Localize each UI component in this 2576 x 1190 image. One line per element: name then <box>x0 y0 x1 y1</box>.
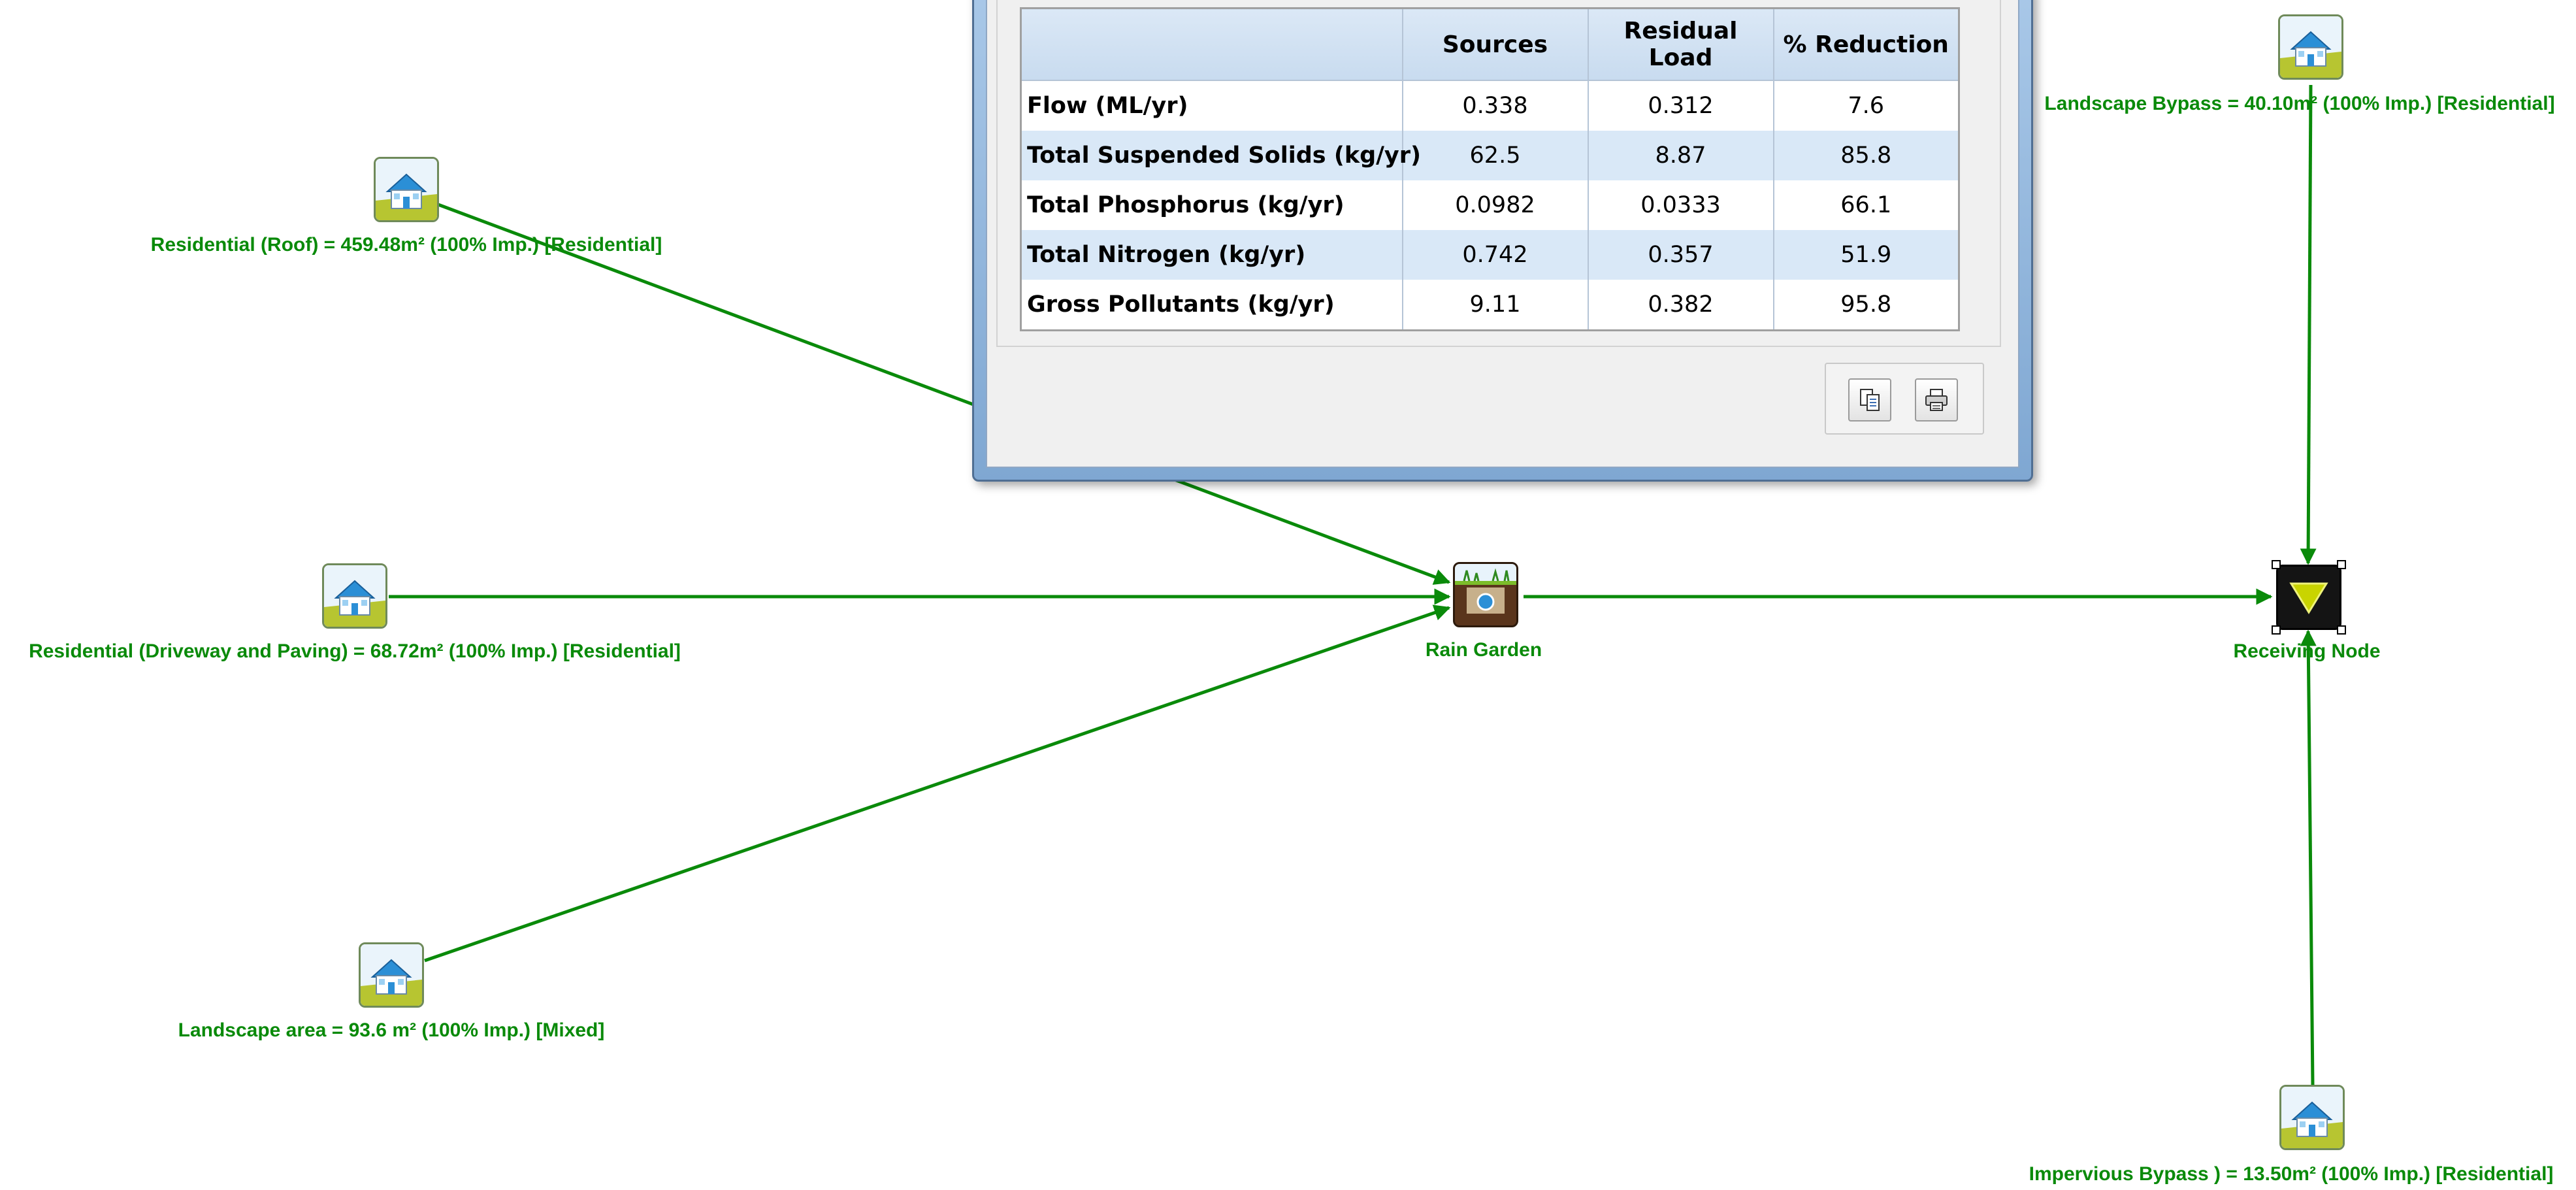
sources-cell: 0.0982 <box>1402 180 1589 230</box>
column-header[interactable]: Residual Load <box>1588 8 1774 81</box>
landscape-bypass-node-label: Landscape Bypass = 40.10m² (100% Imp.) [… <box>2044 93 2555 114</box>
table-header-row: Sources Residual Load % Reduction <box>1020 8 1960 81</box>
roof-node-label: Residential (Roof) = 459.48m² (100% Imp.… <box>150 234 662 256</box>
copy-button[interactable] <box>1848 378 1891 421</box>
selection-handle[interactable] <box>2337 560 2346 569</box>
residual-load-cell: 0.312 <box>1588 80 1774 131</box>
row-label: Total Suspended Solids (kg/yr) <box>1020 131 1421 180</box>
table-row[interactable]: Total Suspended Solids (kg/yr) 62.5 8.87… <box>1020 131 1960 180</box>
column-header[interactable]: Sources <box>1402 8 1589 81</box>
table-row[interactable]: Flow (ML/yr) 0.338 0.312 7.6 <box>1020 80 1960 131</box>
results-table: Sources Residual Load % Reduction Flow (… <box>1020 7 1960 331</box>
row-label: Total Nitrogen (kg/yr) <box>1020 230 1403 280</box>
residual-load-cell: 8.87 <box>1588 131 1774 180</box>
residual-load-cell: 0.0333 <box>1588 180 1774 230</box>
results-window[interactable]: Sources Residual Load % Reduction Flow (… <box>972 0 2033 482</box>
table-row[interactable]: Total Phosphorus (kg/yr) 0.0982 0.0333 6… <box>1020 180 1960 230</box>
landscape-area-node-label: Landscape area = 93.6 m² (100% Imp.) [Mi… <box>178 1019 605 1041</box>
reduction-cell: 95.8 <box>1773 280 1960 331</box>
rain-garden-icon[interactable] <box>1453 562 1518 627</box>
house-icon[interactable] <box>2278 14 2343 80</box>
selection-handle[interactable] <box>2272 560 2281 569</box>
impervious-bypass-node-label: Impervious Bypass ) = 13.50m² (100% Imp.… <box>2029 1163 2554 1185</box>
results-group-box: Sources Residual Load % Reduction Flow (… <box>996 0 2001 347</box>
receiving-node-label: Receiving Node <box>2233 640 2381 662</box>
house-icon[interactable] <box>2279 1085 2345 1150</box>
sources-cell: 0.338 <box>1402 80 1589 131</box>
reduction-cell: 66.1 <box>1773 180 1960 230</box>
selection-handle[interactable] <box>2272 625 2281 635</box>
row-label: Flow (ML/yr) <box>1020 80 1403 131</box>
house-icon[interactable] <box>374 157 439 222</box>
rain-garden-label: Rain Garden <box>1425 639 1542 661</box>
print-button[interactable] <box>1915 378 1958 421</box>
reduction-cell: 51.9 <box>1773 230 1960 280</box>
model-canvas[interactable]: Residential (Roof) = 459.48m² (100% Imp.… <box>0 0 2576 1190</box>
reduction-cell: 85.8 <box>1773 131 1960 180</box>
row-label: Total Phosphorus (kg/yr) <box>1020 180 1403 230</box>
receiving-node-icon[interactable] <box>2272 560 2346 635</box>
sources-cell: 62.5 <box>1402 131 1589 180</box>
residual-load-cell: 0.357 <box>1588 230 1774 280</box>
link-impervious-bypass-to-receiving-node[interactable] <box>2300 629 2317 1085</box>
column-header[interactable]: % Reduction <box>1773 8 1960 81</box>
row-label: Gross Pollutants (kg/yr) <box>1020 280 1403 331</box>
table-row[interactable]: Total Nitrogen (kg/yr) 0.742 0.357 51.9 <box>1020 230 1960 280</box>
table-row[interactable]: Gross Pollutants (kg/yr) 9.11 0.382 95.8 <box>1020 280 1960 331</box>
house-icon[interactable] <box>322 563 387 629</box>
driveway-node-label: Residential (Driveway and Paving) = 68.7… <box>29 640 681 662</box>
sources-cell: 9.11 <box>1402 280 1589 331</box>
link-landscape-bypass-to-receiving-node[interactable] <box>2300 84 2317 565</box>
reduction-cell: 7.6 <box>1773 80 1960 131</box>
copy-icon <box>1860 389 1880 411</box>
column-header[interactable] <box>1020 8 1403 81</box>
printer-icon <box>1925 389 1948 411</box>
house-icon[interactable] <box>359 942 424 1008</box>
selection-handle[interactable] <box>2337 625 2346 635</box>
results-window-body: Sources Residual Load % Reduction Flow (… <box>986 0 2019 468</box>
residual-load-cell: 0.382 <box>1588 280 1774 331</box>
sources-cell: 0.742 <box>1402 230 1589 280</box>
results-toolbar <box>1825 363 1984 435</box>
